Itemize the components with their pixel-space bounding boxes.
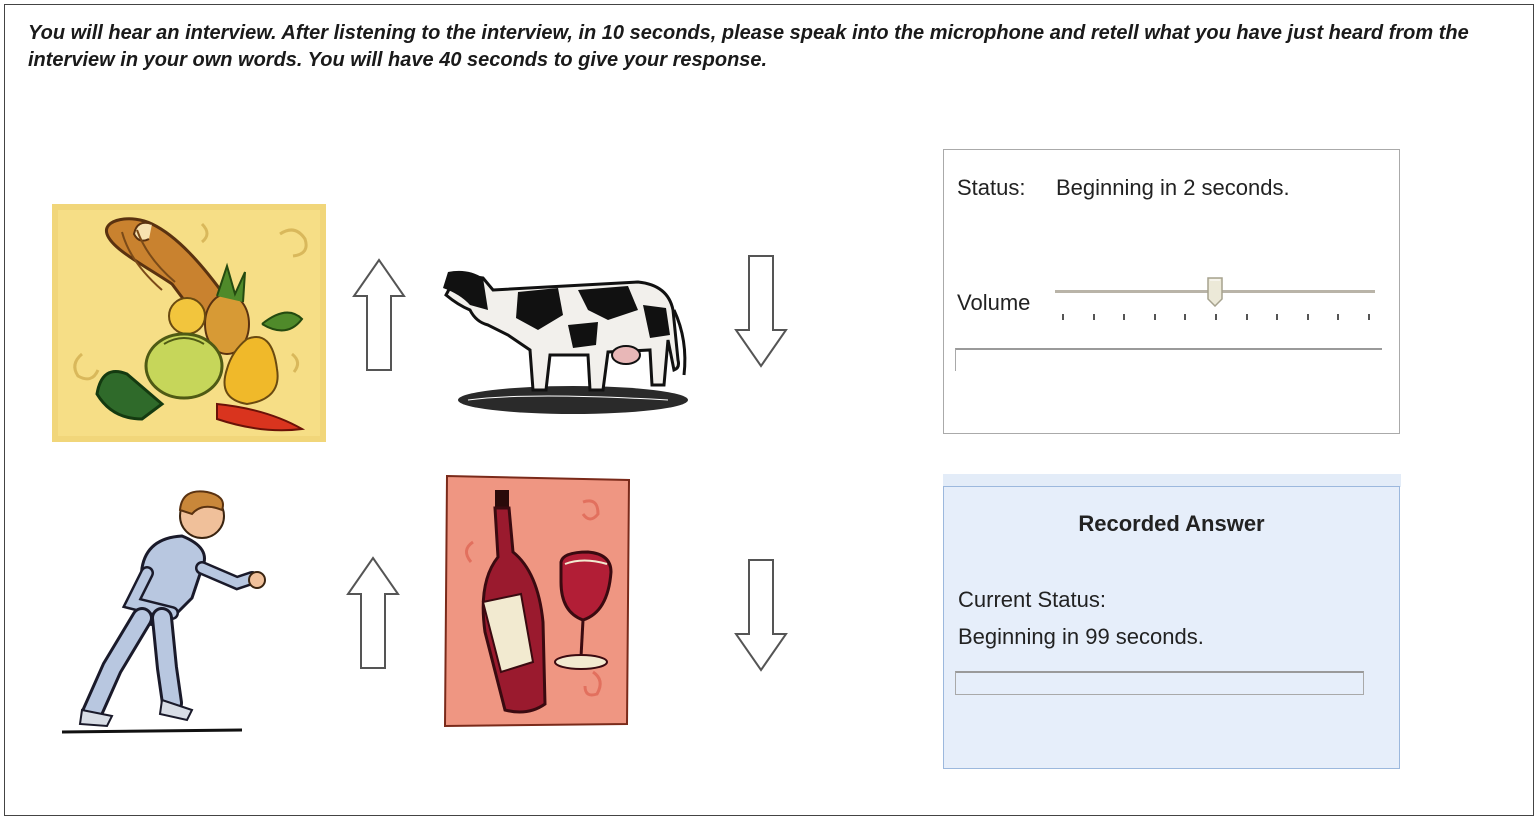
volume-tick — [1337, 314, 1340, 320]
volume-tick — [1368, 314, 1370, 320]
volume-tick — [1123, 314, 1126, 320]
volume-slider-thumb[interactable] — [1207, 277, 1223, 308]
volume-tick — [1062, 314, 1064, 320]
arrow-down-icon — [734, 254, 788, 368]
instructions-text: You will hear an interview. After listen… — [28, 22, 1469, 71]
status-progress-bar — [955, 348, 1382, 371]
volume-tick — [1245, 314, 1248, 320]
current-status-label: Current Status: — [958, 587, 1106, 612]
volume-tick — [1092, 314, 1095, 320]
status-label: Status: — [957, 175, 1026, 200]
arrow-down-icon — [734, 558, 788, 672]
cornucopia-image — [52, 204, 326, 442]
status-value: Beginning in 2 seconds. — [1056, 175, 1290, 200]
current-status-value: Beginning in 99 seconds. — [958, 624, 1204, 649]
volume-tick — [1276, 314, 1279, 320]
recording-progress-bar — [955, 671, 1364, 695]
volume-tick — [1184, 314, 1187, 320]
cow-image — [438, 250, 696, 426]
recorded-answer-title: Recorded Answer — [1078, 511, 1265, 536]
wine-image — [443, 472, 633, 730]
runner-image — [52, 488, 267, 738]
arrow-up-icon — [346, 556, 400, 670]
volume-label: Volume — [957, 290, 1031, 315]
volume-tick — [1153, 314, 1156, 320]
volume-tick — [1306, 314, 1309, 320]
arrow-up-icon — [352, 258, 406, 372]
volume-tick — [1215, 314, 1217, 320]
